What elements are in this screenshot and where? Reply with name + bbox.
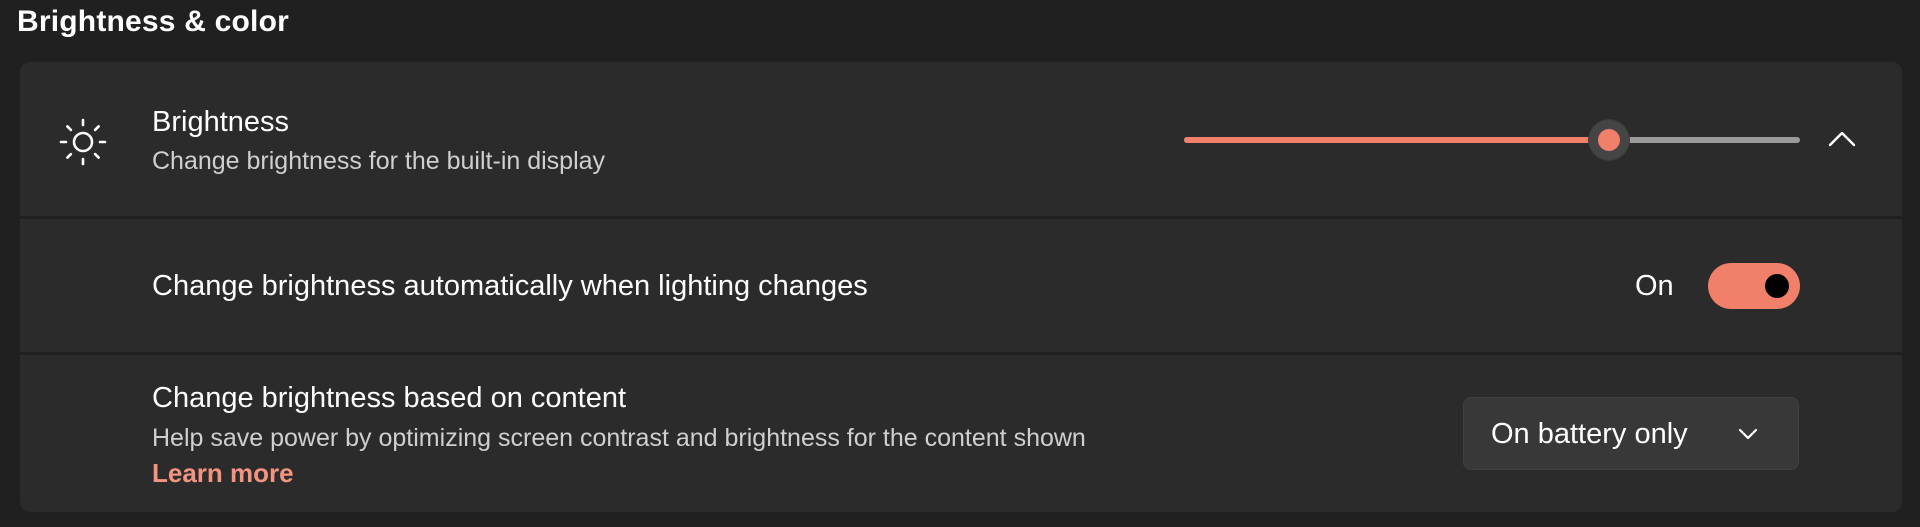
- chevron-down-icon: [1738, 428, 1758, 440]
- slider-fill: [1184, 137, 1610, 143]
- learn-more-link[interactable]: Learn more: [152, 458, 294, 489]
- sun-icon: [59, 118, 107, 166]
- auto-brightness-toggle[interactable]: [1708, 263, 1800, 309]
- dropdown-selected-value: On battery only: [1491, 418, 1688, 450]
- brightness-description: Change brightness for the built-in displ…: [152, 147, 606, 175]
- auto-brightness-title: Change brightness automatically when lig…: [152, 270, 868, 302]
- content-brightness-description: Help save power by optimizing screen con…: [152, 424, 1086, 452]
- chevron-up-icon[interactable]: [1824, 124, 1860, 154]
- section-title: Brightness & color: [17, 5, 289, 38]
- brightness-slider[interactable]: [1184, 120, 1800, 160]
- content-brightness-title: Change brightness based on content: [152, 382, 627, 414]
- toggle-knob: [1765, 274, 1789, 298]
- brightness-title: Brightness: [152, 106, 290, 138]
- toggle-state-label: On: [1635, 270, 1674, 302]
- content-brightness-dropdown[interactable]: On battery only: [1463, 397, 1799, 470]
- slider-thumb[interactable]: [1589, 120, 1630, 160]
